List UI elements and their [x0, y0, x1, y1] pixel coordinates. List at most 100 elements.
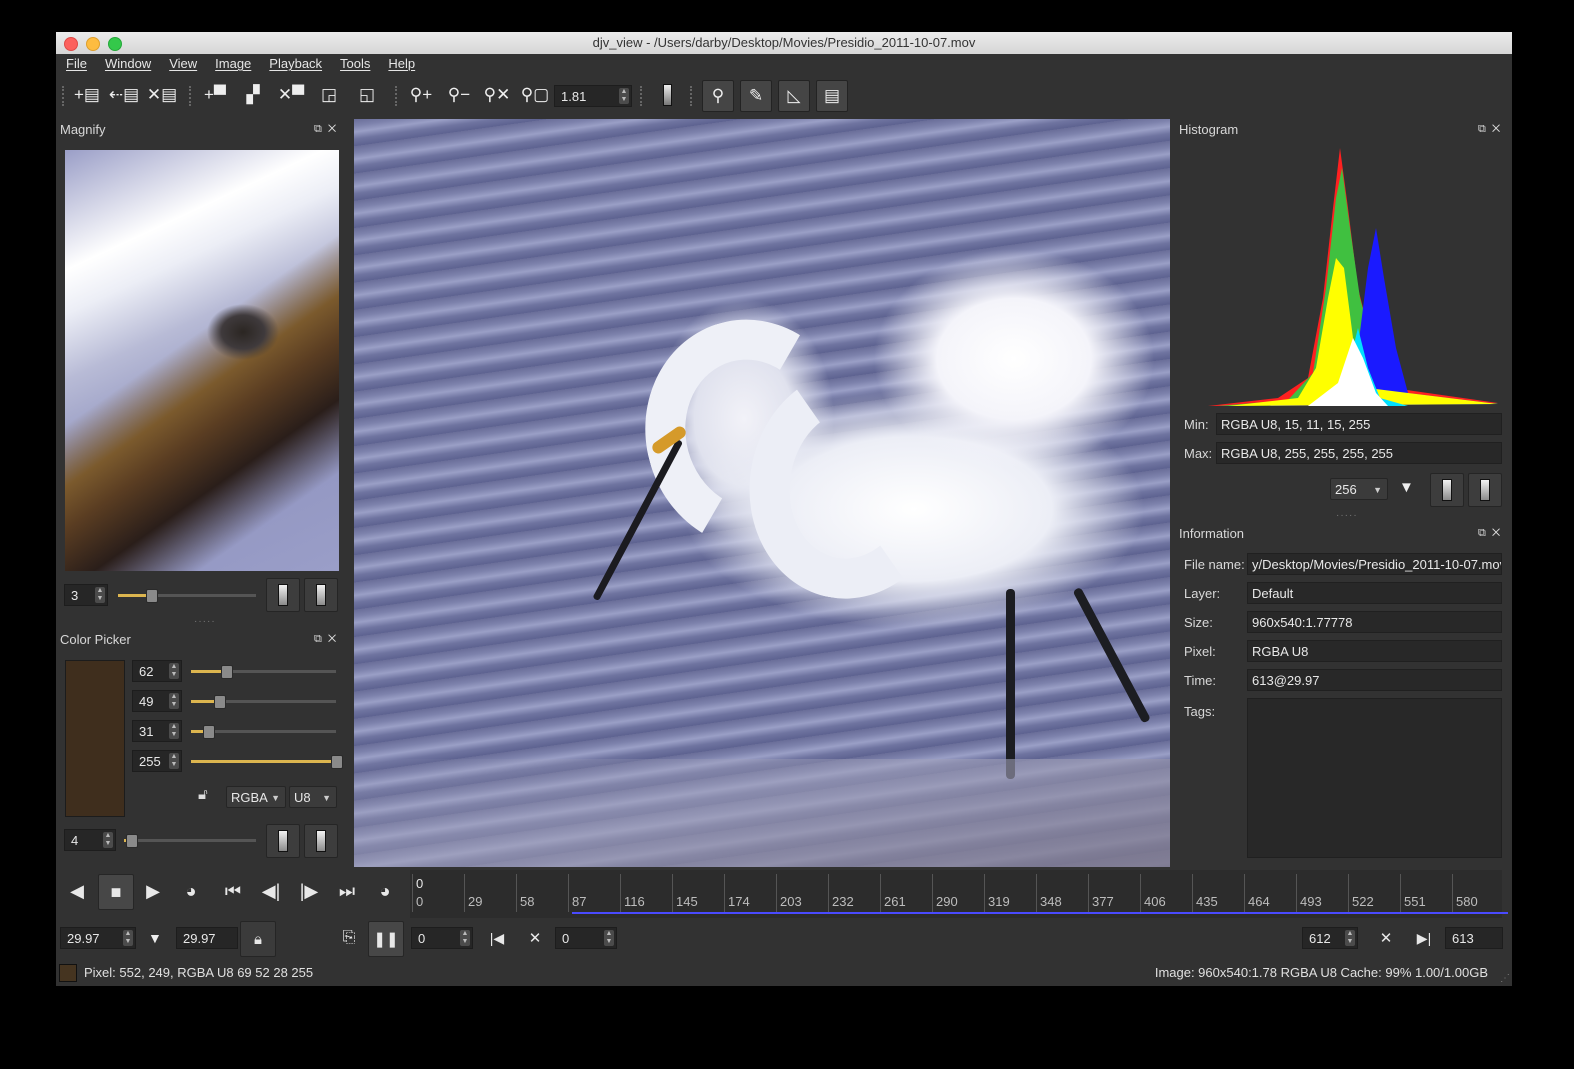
close-icon[interactable]: ✕	[328, 123, 342, 135]
menu-view[interactable]: View	[159, 54, 205, 74]
magnify-zoom-slider[interactable]	[118, 589, 256, 603]
magnify-tool-icon[interactable]: ⚲	[702, 80, 734, 112]
magnify-zoom-input[interactable]: 3 ▲ ▼	[64, 584, 108, 606]
pause-icon[interactable]: ❚❚	[368, 921, 404, 957]
float-icon[interactable]: ⧉	[1478, 527, 1492, 539]
menu-tools[interactable]: Tools	[330, 54, 378, 74]
blue-channel-slider[interactable]	[191, 725, 336, 739]
red-channel-slider[interactable]	[191, 665, 336, 679]
new-window-icon[interactable]: +▀	[200, 80, 230, 110]
resize-grip-icon[interactable]: ⋰	[1500, 966, 1510, 992]
play-forward-icon[interactable]: ▶	[136, 874, 170, 908]
slider-handle[interactable]	[203, 725, 216, 739]
toolbar-grip[interactable]	[62, 86, 67, 106]
histogram-tool-icon[interactable]: ◺	[778, 80, 810, 112]
float-icon[interactable]: ⧉	[1478, 123, 1492, 135]
toolbar-grip[interactable]	[189, 86, 194, 106]
out-point-input[interactable]: 612 ▲ ▼	[1302, 927, 1358, 949]
color-picker-tool-icon[interactable]: ✎	[740, 80, 772, 112]
magnify-mode-button-1[interactable]	[266, 578, 300, 612]
playback-speed-input[interactable]: 29.97 ▲ ▼	[60, 927, 136, 949]
histogram-mode-button-1[interactable]	[1430, 473, 1464, 507]
green-channel-stepper[interactable]: ▲ ▼	[169, 693, 179, 709]
in-point-stepper[interactable]: ▲ ▼	[604, 930, 614, 946]
loop-mode-icon[interactable]: ◕	[174, 874, 208, 908]
lock-icon[interactable]: 🔓︎	[198, 786, 208, 803]
alpha-channel-input[interactable]: 255 ▲ ▼	[132, 750, 182, 772]
close-icon[interactable]: ✕	[328, 633, 342, 645]
information-panel-buttons[interactable]: ⧉✕	[1478, 527, 1506, 540]
histogram-min-field[interactable]: RGBA U8, 15, 11, 15, 255	[1216, 413, 1502, 435]
start-frame-icon[interactable]: ⏮︎	[216, 874, 250, 908]
green-channel-input[interactable]: 49 ▲ ▼	[132, 690, 182, 712]
sample-size-input[interactable]: 4 ▲ ▼	[64, 829, 116, 851]
zoom-in-icon[interactable]: ⚲+	[406, 80, 436, 110]
toolbar-grip[interactable]	[395, 86, 400, 106]
minimize-window-button[interactable]	[86, 37, 100, 51]
toolbar-grip[interactable]	[690, 86, 695, 106]
color-picker-panel-buttons[interactable]: ⧉✕	[314, 633, 342, 646]
close-icon[interactable]: ✕	[1492, 527, 1506, 539]
new-file-icon[interactable]: +▤	[72, 80, 102, 110]
copy-window-icon[interactable]: ▞	[238, 80, 268, 110]
panel-splitter[interactable]: ·····	[194, 616, 216, 627]
toolbar-grip[interactable]	[640, 86, 645, 106]
close-icon[interactable]: ✕	[1492, 123, 1506, 135]
timeline-slider[interactable]: 0 0 29 58 87 116 145 174 203 232 261 290 319 348 377 4…	[410, 870, 1508, 918]
menu-help[interactable]: Help	[378, 54, 423, 74]
gain-icon[interactable]	[652, 80, 682, 110]
playback-speed-stepper[interactable]: ▲ ▼	[123, 930, 133, 946]
info-field-pixel[interactable]: RGBA U8	[1247, 640, 1502, 662]
float-icon[interactable]: ⧉	[314, 123, 328, 135]
panel-splitter[interactable]: ·····	[1336, 510, 1358, 521]
sample-size-slider[interactable]	[124, 834, 256, 848]
zoom-stepper[interactable]: ▲ ▼	[619, 88, 629, 104]
export-icon[interactable]: ⎘	[332, 921, 366, 955]
alpha-channel-slider[interactable]	[191, 755, 343, 769]
slider-handle[interactable]	[213, 695, 226, 709]
info-field-file-name[interactable]: y/Desktop/Movies/Presidio_2011-10-07.mov	[1247, 553, 1502, 575]
clear-out-point-icon[interactable]: ✕	[1369, 921, 1403, 955]
current-frame-input[interactable]: 0 ▲ ▼	[411, 927, 473, 949]
menu-playback[interactable]: Playback	[259, 54, 330, 74]
play-reverse-icon[interactable]: ◀	[60, 874, 94, 908]
fit-window-icon[interactable]: ◲	[314, 80, 344, 110]
lock-speed-icon[interactable]: 🔒︎	[240, 921, 276, 957]
red-channel-input[interactable]: 62 ▲ ▼	[132, 660, 182, 682]
slider-handle[interactable]	[146, 589, 159, 603]
slider-handle[interactable]	[220, 665, 233, 679]
zoom-out-icon[interactable]: ⚲−	[444, 80, 474, 110]
end-frame-icon[interactable]: ⏭︎	[330, 874, 364, 908]
info-field-size[interactable]: 960x540:1.77778	[1247, 611, 1502, 633]
slider-handle[interactable]	[331, 755, 343, 769]
magnify-zoom-stepper[interactable]: ▲ ▼	[95, 587, 105, 603]
next-frame-icon[interactable]: |▶︎	[292, 874, 326, 908]
current-frame-stepper[interactable]: ▲ ▼	[460, 930, 470, 946]
info-field-time[interactable]: 613@29.97	[1247, 669, 1502, 691]
zoom-input[interactable]: 1.81 ▲ ▼	[554, 85, 632, 107]
histogram-panel-buttons[interactable]: ⧉✕	[1478, 123, 1506, 136]
clear-in-point-icon[interactable]: ✕	[518, 921, 552, 955]
magnify-mode-button-2[interactable]	[304, 578, 338, 612]
out-point-stepper[interactable]: ▲ ▼	[1345, 930, 1355, 946]
stop-icon[interactable]: ■	[98, 874, 134, 910]
info-field-tags[interactable]	[1247, 698, 1502, 858]
magnify-panel-buttons[interactable]: ⧉✕	[314, 123, 342, 136]
previous-frame-icon[interactable]: ◀︎|	[254, 874, 288, 908]
zoom-fit-icon[interactable]: ⚲▢	[520, 80, 550, 110]
menu-file[interactable]: File	[56, 54, 95, 74]
red-channel-stepper[interactable]: ▲ ▼	[169, 663, 179, 679]
blue-channel-input[interactable]: 31 ▲ ▼	[132, 720, 182, 742]
histogram-max-field[interactable]: RGBA U8, 255, 255, 255, 255	[1216, 442, 1502, 464]
speed-options-icon[interactable]: ▼	[148, 930, 162, 946]
color-type-select[interactable]: U8 ▼	[289, 786, 337, 808]
menu-image[interactable]: Image	[205, 54, 259, 74]
information-tool-icon[interactable]: ▤	[816, 80, 848, 112]
color-picker-mode-button-2[interactable]	[304, 824, 338, 858]
info-field-layer[interactable]: Default	[1247, 582, 1502, 604]
green-channel-slider[interactable]	[191, 695, 336, 709]
menu-window[interactable]: Window	[95, 54, 159, 74]
zoom-reset-icon[interactable]: ⚲✕	[482, 80, 512, 110]
timeline-options-icon[interactable]: ◕	[368, 874, 402, 908]
blue-channel-stepper[interactable]: ▲ ▼	[169, 723, 179, 739]
